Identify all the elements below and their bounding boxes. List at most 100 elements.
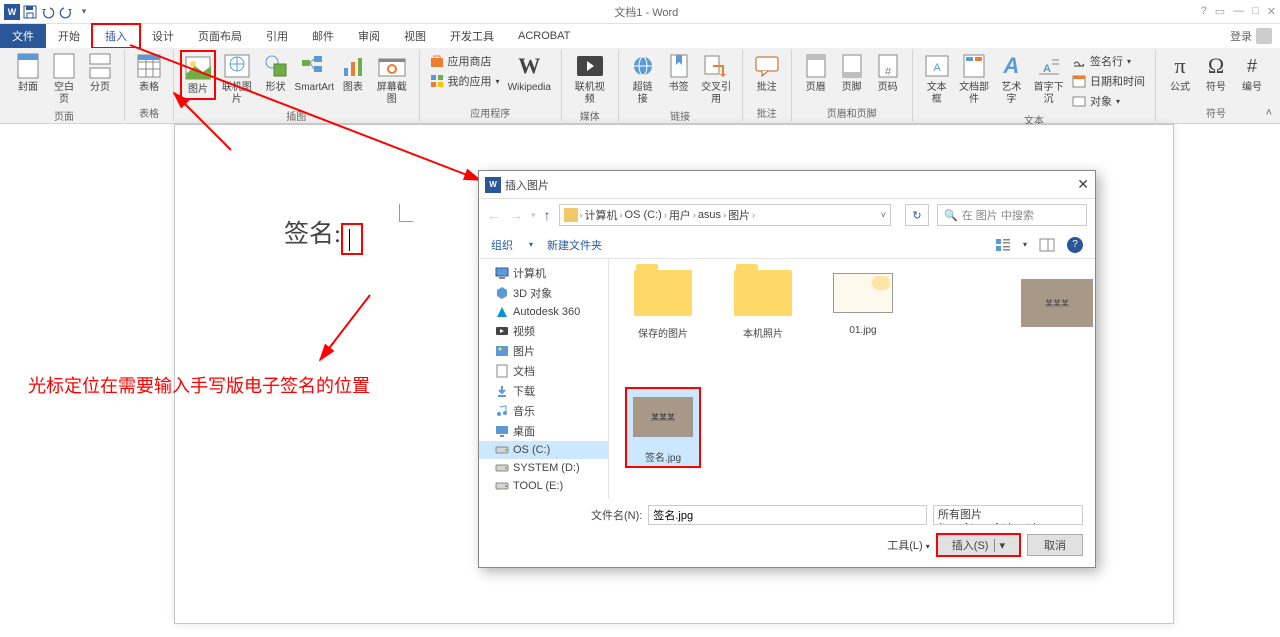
organize-button[interactable]: 组织 <box>491 237 513 253</box>
wordart-button[interactable]: A艺术字 <box>993 50 1029 108</box>
cancel-button[interactable]: 取消 <box>1027 534 1083 556</box>
close-icon[interactable]: ✕ <box>1077 176 1089 193</box>
folder-tree[interactable]: 计算机3D 对象Autodesk 360视频图片文档下载音乐桌面OS (C:)S… <box>479 259 609 499</box>
tree-item[interactable]: 下载 <box>479 381 608 401</box>
search-input[interactable]: 🔍在 图片 中搜索 <box>937 204 1087 226</box>
bookmark-button[interactable]: 书签 <box>661 50 697 96</box>
folder-icon <box>564 208 578 222</box>
footer-button[interactable]: 页脚 <box>834 50 870 96</box>
annotation-text: 光标定位在需要输入手写版电子签名的位置 <box>28 372 370 398</box>
tree-item[interactable]: TOOL (E:) <box>479 477 608 495</box>
help-icon[interactable]: ? <box>1201 5 1207 18</box>
document-content[interactable]: 签名: <box>284 214 474 255</box>
shapes-button[interactable]: 形状 <box>258 50 294 96</box>
file-item[interactable]: 某某某签名.jpg <box>625 387 701 468</box>
sigline-button[interactable]: 签名行 ▾ <box>1070 52 1147 70</box>
tree-item[interactable]: OS (C:) <box>479 441 608 459</box>
textbox-button[interactable]: A文本框 <box>919 50 955 108</box>
tree-item[interactable]: 图片 <box>479 341 608 361</box>
tab-mailings[interactable]: 邮件 <box>300 24 346 48</box>
blank-page-button[interactable]: 空白页 <box>46 50 82 108</box>
symbol-button[interactable]: Ω符号 <box>1198 50 1234 96</box>
crossref-button[interactable]: 交叉引用 <box>697 50 736 108</box>
pagenum-button[interactable]: #页码 <box>870 50 906 96</box>
tree-item[interactable]: 计算机 <box>479 263 608 283</box>
close-icon[interactable]: ✕ <box>1267 5 1276 18</box>
tab-developer[interactable]: 开发工具 <box>438 24 506 48</box>
smartart-button[interactable]: SmartArt <box>294 50 335 96</box>
myapps-button[interactable]: 我的应用 ▾ <box>428 72 502 90</box>
wikipedia-button[interactable]: WWikipedia <box>504 50 555 96</box>
dropcap-button[interactable]: A首字下沉 <box>1029 50 1068 108</box>
preview-icon[interactable] <box>1039 237 1055 253</box>
tree-item[interactable]: 桌面 <box>479 421 608 441</box>
drive-icon <box>495 479 509 493</box>
cover-page-button[interactable]: 封面 <box>10 50 46 96</box>
tree-item[interactable]: 3D 对象 <box>479 283 608 303</box>
undo-icon[interactable] <box>40 4 56 20</box>
quickparts-button[interactable]: 文档部件 <box>955 50 994 108</box>
page-break-button[interactable]: 分页 <box>82 50 118 96</box>
breadcrumb[interactable]: › 计算机› OS (C:)› 用户› asus› 图片› ˅ <box>559 204 891 226</box>
ribbon-display-icon[interactable]: ▭ <box>1215 5 1225 18</box>
store-button[interactable]: 应用商店 <box>428 52 502 70</box>
up-icon[interactable]: ↑ <box>544 207 551 223</box>
hyperlink-button[interactable]: 超链接 <box>625 50 661 108</box>
file-item[interactable]: 保存的图片 <box>625 267 701 340</box>
file-list[interactable]: 保存的图片本机照片 01.jpg 某某某签名.jpg <box>609 259 1015 499</box>
collapse-ribbon-icon[interactable]: ˄ <box>1266 107 1272 119</box>
dialog-toolbar: 组织▾ 新建文件夹 ▾ ? <box>479 231 1095 259</box>
tools-button[interactable]: 工具(L) ▾ <box>887 537 930 553</box>
dropdown-history-icon[interactable]: ▾ <box>531 210 536 221</box>
equation-button[interactable]: π公式 <box>1162 50 1198 96</box>
tree-item[interactable]: SYSTEM (D:) <box>479 459 608 477</box>
tree-item[interactable]: 视频 <box>479 321 608 341</box>
comment-button[interactable]: 批注 <box>749 50 785 96</box>
tab-design[interactable]: 设计 <box>140 24 186 48</box>
drive-icon <box>495 461 509 475</box>
save-icon[interactable] <box>22 4 38 20</box>
filename-input[interactable] <box>648 505 927 525</box>
file-item[interactable]: 本机照片 <box>725 267 801 340</box>
maximize-icon[interactable]: □ <box>1252 5 1259 18</box>
tab-acrobat[interactable]: ACROBAT <box>506 24 582 48</box>
chart-button[interactable]: 图表 <box>335 50 371 96</box>
view-icon[interactable] <box>995 237 1011 253</box>
number-button[interactable]: #编号 <box>1234 50 1270 96</box>
group-illustrations: 图片 联机图片 形状 SmartArt 图表 屏幕截图 插图 <box>174 50 420 121</box>
online-picture-button[interactable]: 联机图片 <box>216 50 258 108</box>
qat-dropdown-icon[interactable]: ▾ <box>76 4 92 20</box>
tree-item[interactable]: 音乐 <box>479 401 608 421</box>
word-icon: W <box>485 177 501 193</box>
screenshot-button[interactable]: 屏幕截图 <box>371 50 413 108</box>
picture-button[interactable]: 图片 <box>180 50 216 100</box>
tab-home[interactable]: 开始 <box>46 24 92 48</box>
login-button[interactable]: 登录 <box>1222 24 1280 48</box>
tab-references[interactable]: 引用 <box>254 24 300 48</box>
datetime-button[interactable]: 日期和时间 <box>1070 72 1147 90</box>
table-button[interactable]: 表格 <box>131 50 167 96</box>
tab-insert[interactable]: 插入 <box>91 23 141 49</box>
filename-label: 文件名(N): <box>591 507 642 523</box>
filter-select[interactable]: 所有图片(*.emf;*.wmf;*.jpg;*.j ˅ <box>933 505 1083 525</box>
minimize-icon[interactable]: — <box>1233 5 1244 18</box>
help-icon[interactable]: ? <box>1067 237 1083 253</box>
refresh-icon[interactable]: ↻ <box>905 204 929 226</box>
file-item[interactable]: 01.jpg <box>825 267 901 336</box>
tab-review[interactable]: 审阅 <box>346 24 392 48</box>
tree-item[interactable]: 文档 <box>479 361 608 381</box>
image-thumb: 某某某 <box>633 397 693 437</box>
forward-icon[interactable]: → <box>509 207 523 223</box>
newfolder-button[interactable]: 新建文件夹 <box>547 237 602 253</box>
tree-item[interactable]: Autodesk 360 <box>479 303 608 321</box>
online-video-button[interactable]: 联机视频 <box>568 50 612 108</box>
tab-view[interactable]: 视图 <box>392 24 438 48</box>
redo-icon[interactable] <box>58 4 74 20</box>
tab-file[interactable]: 文件 <box>0 24 46 48</box>
insert-button[interactable]: 插入(S)▾ <box>936 533 1021 557</box>
header-button[interactable]: 页眉 <box>798 50 834 96</box>
folder-icon <box>734 270 792 316</box>
tab-layout[interactable]: 页面布局 <box>186 24 254 48</box>
back-icon[interactable]: ← <box>487 207 501 223</box>
object-button[interactable]: 对象 ▾ <box>1070 92 1147 110</box>
